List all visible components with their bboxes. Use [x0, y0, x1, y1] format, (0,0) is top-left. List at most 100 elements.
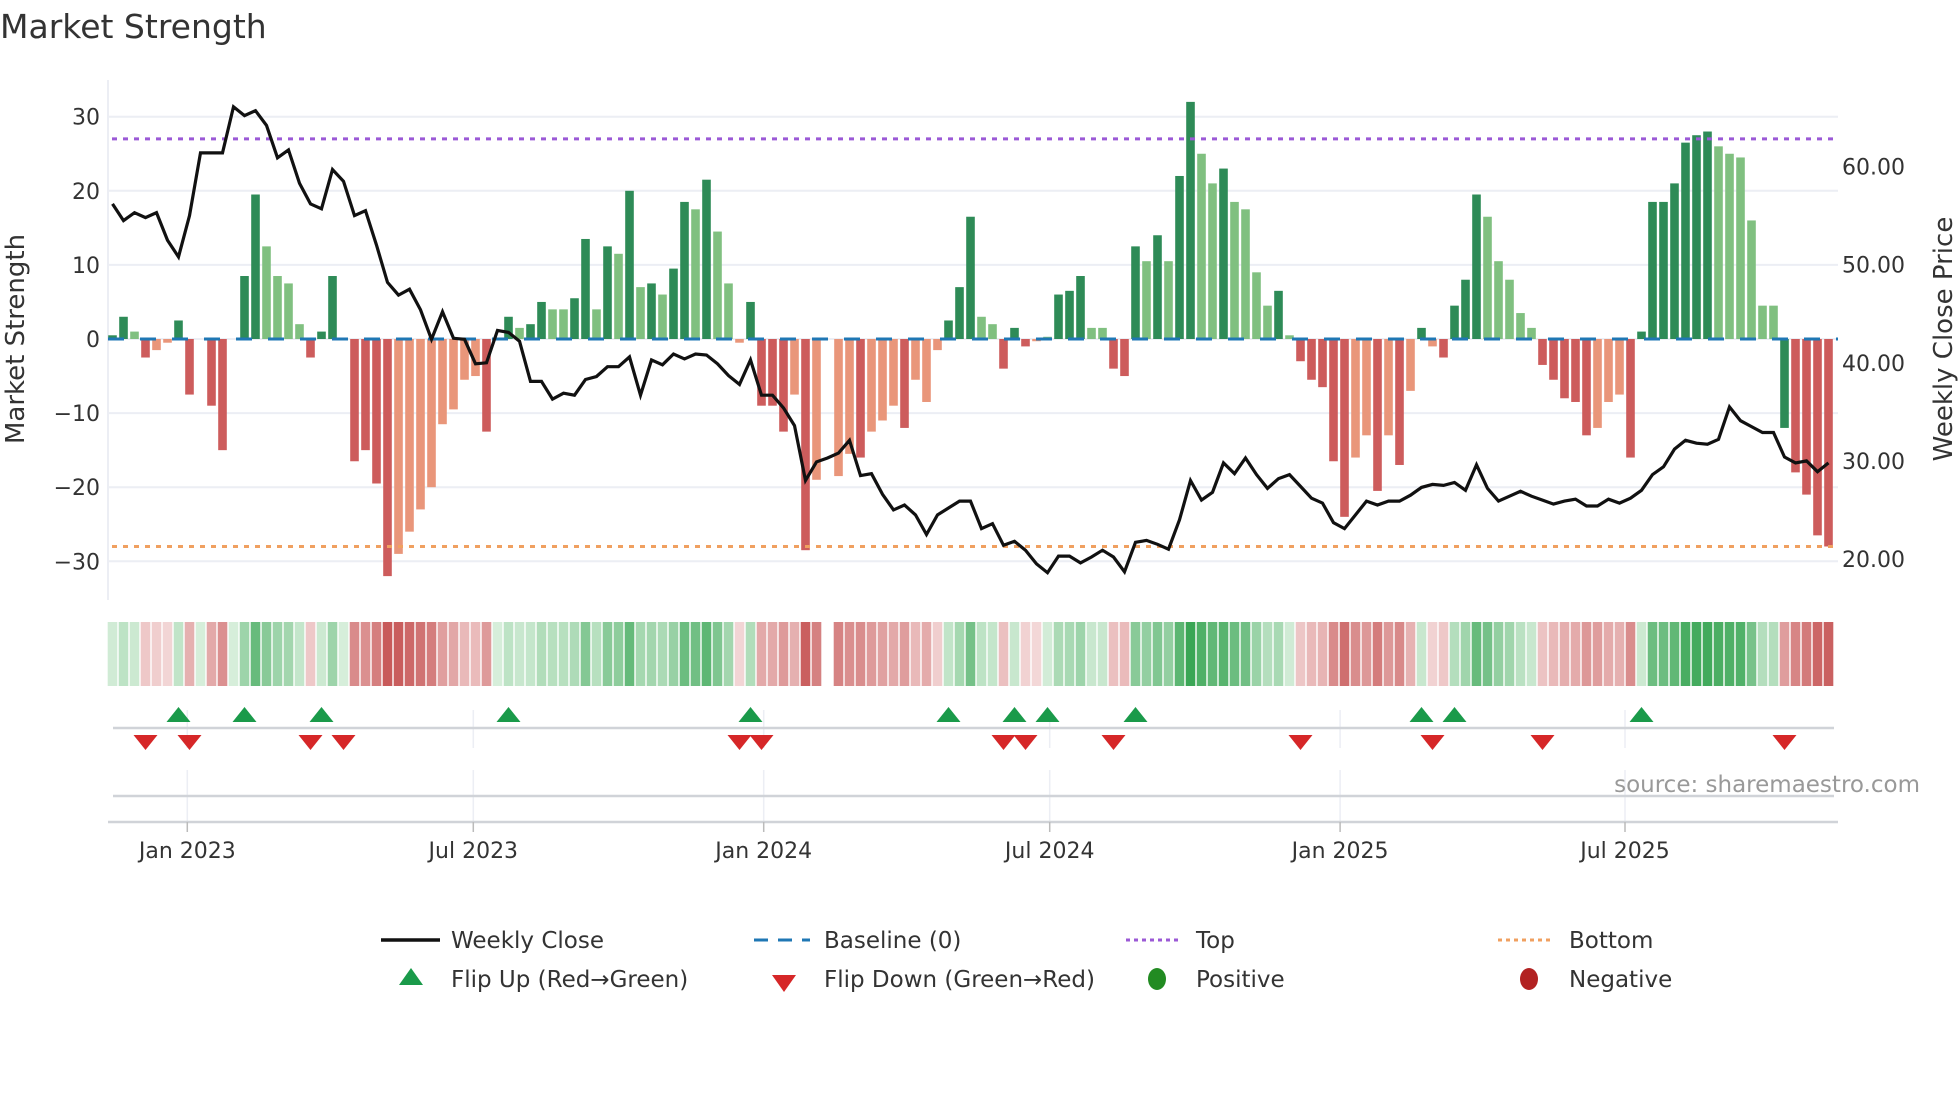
- strength-bar: [1417, 327, 1426, 339]
- legend-weekly-close-label: Weekly Close: [451, 928, 604, 954]
- heat-cell: [1768, 622, 1779, 686]
- heat-cell: [1130, 622, 1141, 686]
- heat-cell: [283, 622, 294, 686]
- heat-cell: [1273, 622, 1284, 686]
- heat-cell: [800, 622, 811, 686]
- heat-cell: [1229, 622, 1240, 686]
- strength-bar: [537, 301, 546, 339]
- strength-bar: [372, 339, 381, 484]
- strength-bar: [1725, 153, 1734, 339]
- heat-cell: [195, 622, 206, 686]
- heat-cell: [1614, 622, 1625, 686]
- heat-cell: [690, 622, 701, 686]
- strength-bar: [119, 316, 128, 339]
- heat-cell: [1603, 622, 1614, 686]
- strength-heat-strip: [107, 622, 1834, 686]
- heat-cell: [1823, 622, 1834, 686]
- strength-bar: [647, 283, 656, 339]
- strength-bar: [1263, 305, 1272, 339]
- heat-cell: [1746, 622, 1757, 686]
- y-tick-label: −10: [54, 402, 100, 427]
- heat-cell: [1306, 622, 1317, 686]
- heat-cell: [1361, 622, 1372, 686]
- heat-cell: [1163, 622, 1174, 686]
- y-axis-title: Market Strength: [1, 234, 31, 444]
- heat-cell: [712, 622, 723, 686]
- strength-bar: [977, 316, 986, 339]
- strength-bar: [559, 309, 568, 339]
- heat-cell: [1493, 622, 1504, 686]
- strength-bar: [1494, 261, 1503, 339]
- strength-bar: [1296, 339, 1305, 362]
- heat-cell: [1504, 622, 1515, 686]
- heat-cell: [1702, 622, 1713, 686]
- heat-cell: [1471, 622, 1482, 686]
- heat-cell: [404, 622, 415, 686]
- strength-bar: [1604, 339, 1613, 402]
- heat-cell: [1196, 622, 1207, 686]
- strength-bar: [1054, 294, 1063, 339]
- heat-cell: [481, 622, 492, 686]
- heat-cell: [536, 622, 547, 686]
- strength-bar: [867, 339, 876, 432]
- flip-down-icon: [298, 735, 323, 750]
- heat-cell: [338, 622, 349, 686]
- heat-cell: [1394, 622, 1405, 686]
- heat-cell: [899, 622, 910, 686]
- heat-cell: [745, 622, 756, 686]
- heat-cell: [1350, 622, 1361, 686]
- strength-bar: [273, 276, 282, 339]
- strength-bar: [1340, 339, 1349, 517]
- heat-cell: [866, 622, 877, 686]
- legend-flip-down-icon: [772, 975, 796, 992]
- heat-cell: [1581, 622, 1592, 686]
- strength-bar: [152, 339, 161, 351]
- strength-bar: [1120, 339, 1129, 377]
- strength-bar: [878, 339, 887, 421]
- strength-bar: [1384, 339, 1393, 436]
- heat-cell: [1790, 622, 1801, 686]
- heat-cell: [910, 622, 921, 686]
- heat-cell: [1174, 622, 1185, 686]
- heat-cell: [1152, 622, 1163, 686]
- strength-bar: [438, 339, 447, 425]
- strength-bar: [1351, 339, 1360, 458]
- strength-bar: [746, 301, 755, 339]
- strength-bar: [207, 339, 216, 406]
- source-label: source: sharemaestro.com: [1614, 772, 1920, 798]
- heat-cell: [954, 622, 965, 686]
- heat-cell: [1669, 622, 1680, 686]
- legend: Weekly Close Baseline (0) Top Bottom Fli…: [381, 928, 1672, 993]
- strength-bar: [1010, 327, 1019, 339]
- strength-bar: [1076, 276, 1085, 339]
- legend-negative-label: Negative: [1569, 967, 1672, 993]
- heat-cell: [1427, 622, 1438, 686]
- y2-tick-label: 60.00: [1842, 156, 1905, 181]
- strength-bar: [1362, 339, 1371, 436]
- strength-bar: [1197, 153, 1206, 339]
- flip-up-icon: [232, 707, 257, 722]
- strength-bar: [724, 283, 733, 339]
- heat-cell: [1724, 622, 1735, 686]
- strength-bar: [306, 339, 315, 358]
- y-tick-label: 30: [72, 106, 100, 131]
- strength-bar: [328, 276, 337, 339]
- strength-bar: [262, 246, 271, 339]
- heat-cell: [789, 622, 800, 686]
- heat-cell: [888, 622, 899, 686]
- strength-bar: [1780, 339, 1789, 428]
- heat-cell: [316, 622, 327, 686]
- heat-cell: [657, 622, 668, 686]
- heat-cell: [118, 622, 129, 686]
- heat-cell: [1284, 622, 1295, 686]
- heat-cell: [1108, 622, 1119, 686]
- strength-bar: [394, 339, 403, 554]
- heat-cell: [855, 622, 866, 686]
- strength-bar: [1560, 339, 1569, 399]
- flip-down-icon: [991, 735, 1016, 750]
- y-axis-left-ticks: 30 20 10 0 −10 −20 −30: [54, 106, 100, 576]
- heat-cell: [844, 622, 855, 686]
- heat-cell: [437, 622, 448, 686]
- heat-cell: [877, 622, 888, 686]
- heat-cell: [1735, 622, 1746, 686]
